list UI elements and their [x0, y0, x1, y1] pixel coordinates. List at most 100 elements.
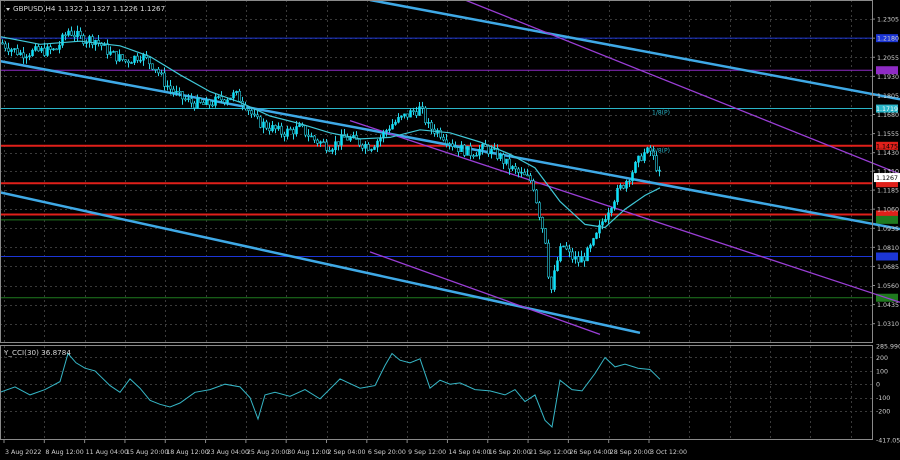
candle-body — [502, 154, 505, 164]
candle-body — [76, 30, 79, 38]
candle-body — [427, 122, 430, 124]
candle-body — [40, 47, 43, 52]
candle-body — [106, 43, 109, 55]
cci-tick-label: 200 — [876, 355, 888, 362]
price-tick-label: 1.1555 — [877, 131, 899, 138]
candle-body — [451, 143, 454, 147]
time-tick-label: 16 Sep 20:00 — [489, 449, 531, 456]
candle-body — [586, 247, 589, 262]
candle-body — [91, 36, 94, 45]
candle-body — [64, 34, 67, 37]
candle-body — [397, 117, 400, 123]
candle-body — [373, 146, 376, 150]
cci-tick-label: -200 — [876, 408, 890, 415]
time-tick-label: 21 Sep 12:00 — [529, 449, 571, 456]
candle-body — [475, 154, 478, 157]
candle-body — [226, 99, 229, 103]
candle-body — [406, 113, 409, 118]
candle-body — [421, 106, 424, 109]
candle-body — [262, 121, 265, 128]
candle-body — [505, 158, 508, 164]
candle-body — [304, 125, 307, 136]
candle-body — [376, 140, 379, 148]
candle-body — [82, 35, 85, 44]
candle-body — [157, 68, 160, 74]
cci-tick-label: 100 — [876, 368, 888, 375]
candle-body — [238, 90, 241, 102]
candle-body — [283, 133, 286, 137]
candle-body — [313, 135, 316, 141]
candle-body — [88, 36, 91, 43]
time-tick-label: 15 Aug 20:00 — [126, 449, 168, 456]
candle-body — [310, 135, 313, 138]
candle-body — [211, 104, 214, 107]
candle-body — [139, 59, 142, 62]
candle-body — [160, 72, 163, 75]
candle-body — [214, 96, 217, 106]
candle-body — [541, 217, 544, 229]
level-tag: 1/8(P) — [652, 110, 670, 117]
cci-tick-label: -417.0564 — [876, 438, 900, 445]
candle-body — [394, 121, 397, 125]
price-tick-label: 1.2180 — [877, 36, 899, 43]
candle-body — [130, 62, 133, 64]
candle-body — [217, 96, 220, 98]
candle-body — [490, 148, 493, 155]
candle-body — [112, 51, 115, 53]
candle-body — [67, 30, 70, 36]
candle-body — [481, 143, 484, 150]
candle-body — [589, 244, 592, 249]
candle-body — [547, 242, 550, 278]
candle-body — [253, 113, 256, 116]
candle-body — [412, 110, 415, 112]
candle-body — [232, 92, 235, 99]
candle-body — [535, 189, 538, 204]
candle-body — [319, 141, 322, 144]
candle-body — [178, 90, 181, 93]
candle-body — [58, 44, 61, 50]
candle-body — [400, 115, 403, 118]
candle-body — [526, 174, 529, 177]
candle-body — [16, 48, 19, 55]
candle-body — [646, 147, 649, 153]
murray-level-label: 1.1719 — [876, 106, 898, 113]
price-tick-label: 1.2305 — [877, 17, 899, 24]
time-tick-label: 2 Sep 04:00 — [328, 449, 366, 456]
candle-body — [529, 175, 532, 182]
candle-body — [223, 99, 226, 103]
time-tick-label: 3 Oct 12:00 — [650, 449, 687, 456]
candle-body — [271, 125, 274, 132]
candle-body — [97, 40, 100, 44]
candle-body — [469, 145, 472, 156]
candle-body — [658, 169, 661, 172]
candle-body — [508, 158, 511, 170]
candle-body — [10, 49, 13, 52]
candle-body — [220, 96, 223, 101]
candle-body — [292, 129, 295, 135]
candle-body — [622, 185, 625, 189]
candle-body — [556, 260, 559, 271]
candle-body — [523, 171, 526, 176]
candle-body — [52, 48, 55, 51]
main-title: GBPUSD,H4 1.1322 1.1327 1.1226 1.1267 — [6, 4, 165, 13]
candle-body — [259, 116, 262, 128]
candle-body — [610, 207, 613, 214]
candle-body — [193, 102, 196, 109]
price-tick-label: 1.2055 — [877, 55, 899, 62]
candle-body — [349, 137, 352, 141]
candle-body — [280, 125, 283, 135]
candle-body — [601, 221, 604, 226]
candle-body — [415, 111, 418, 116]
candle-body — [499, 154, 502, 159]
candle-body — [79, 30, 82, 36]
candle-body — [151, 63, 154, 70]
murray-level-label: 1.1475 — [876, 143, 898, 150]
candle-body — [121, 54, 124, 60]
candle-body — [613, 201, 616, 209]
candle-body — [550, 276, 553, 290]
candle-body — [568, 248, 571, 253]
candle-body — [175, 90, 178, 93]
candle-body — [565, 245, 568, 250]
candle-body — [580, 256, 583, 263]
murray-level-marker — [876, 252, 898, 261]
